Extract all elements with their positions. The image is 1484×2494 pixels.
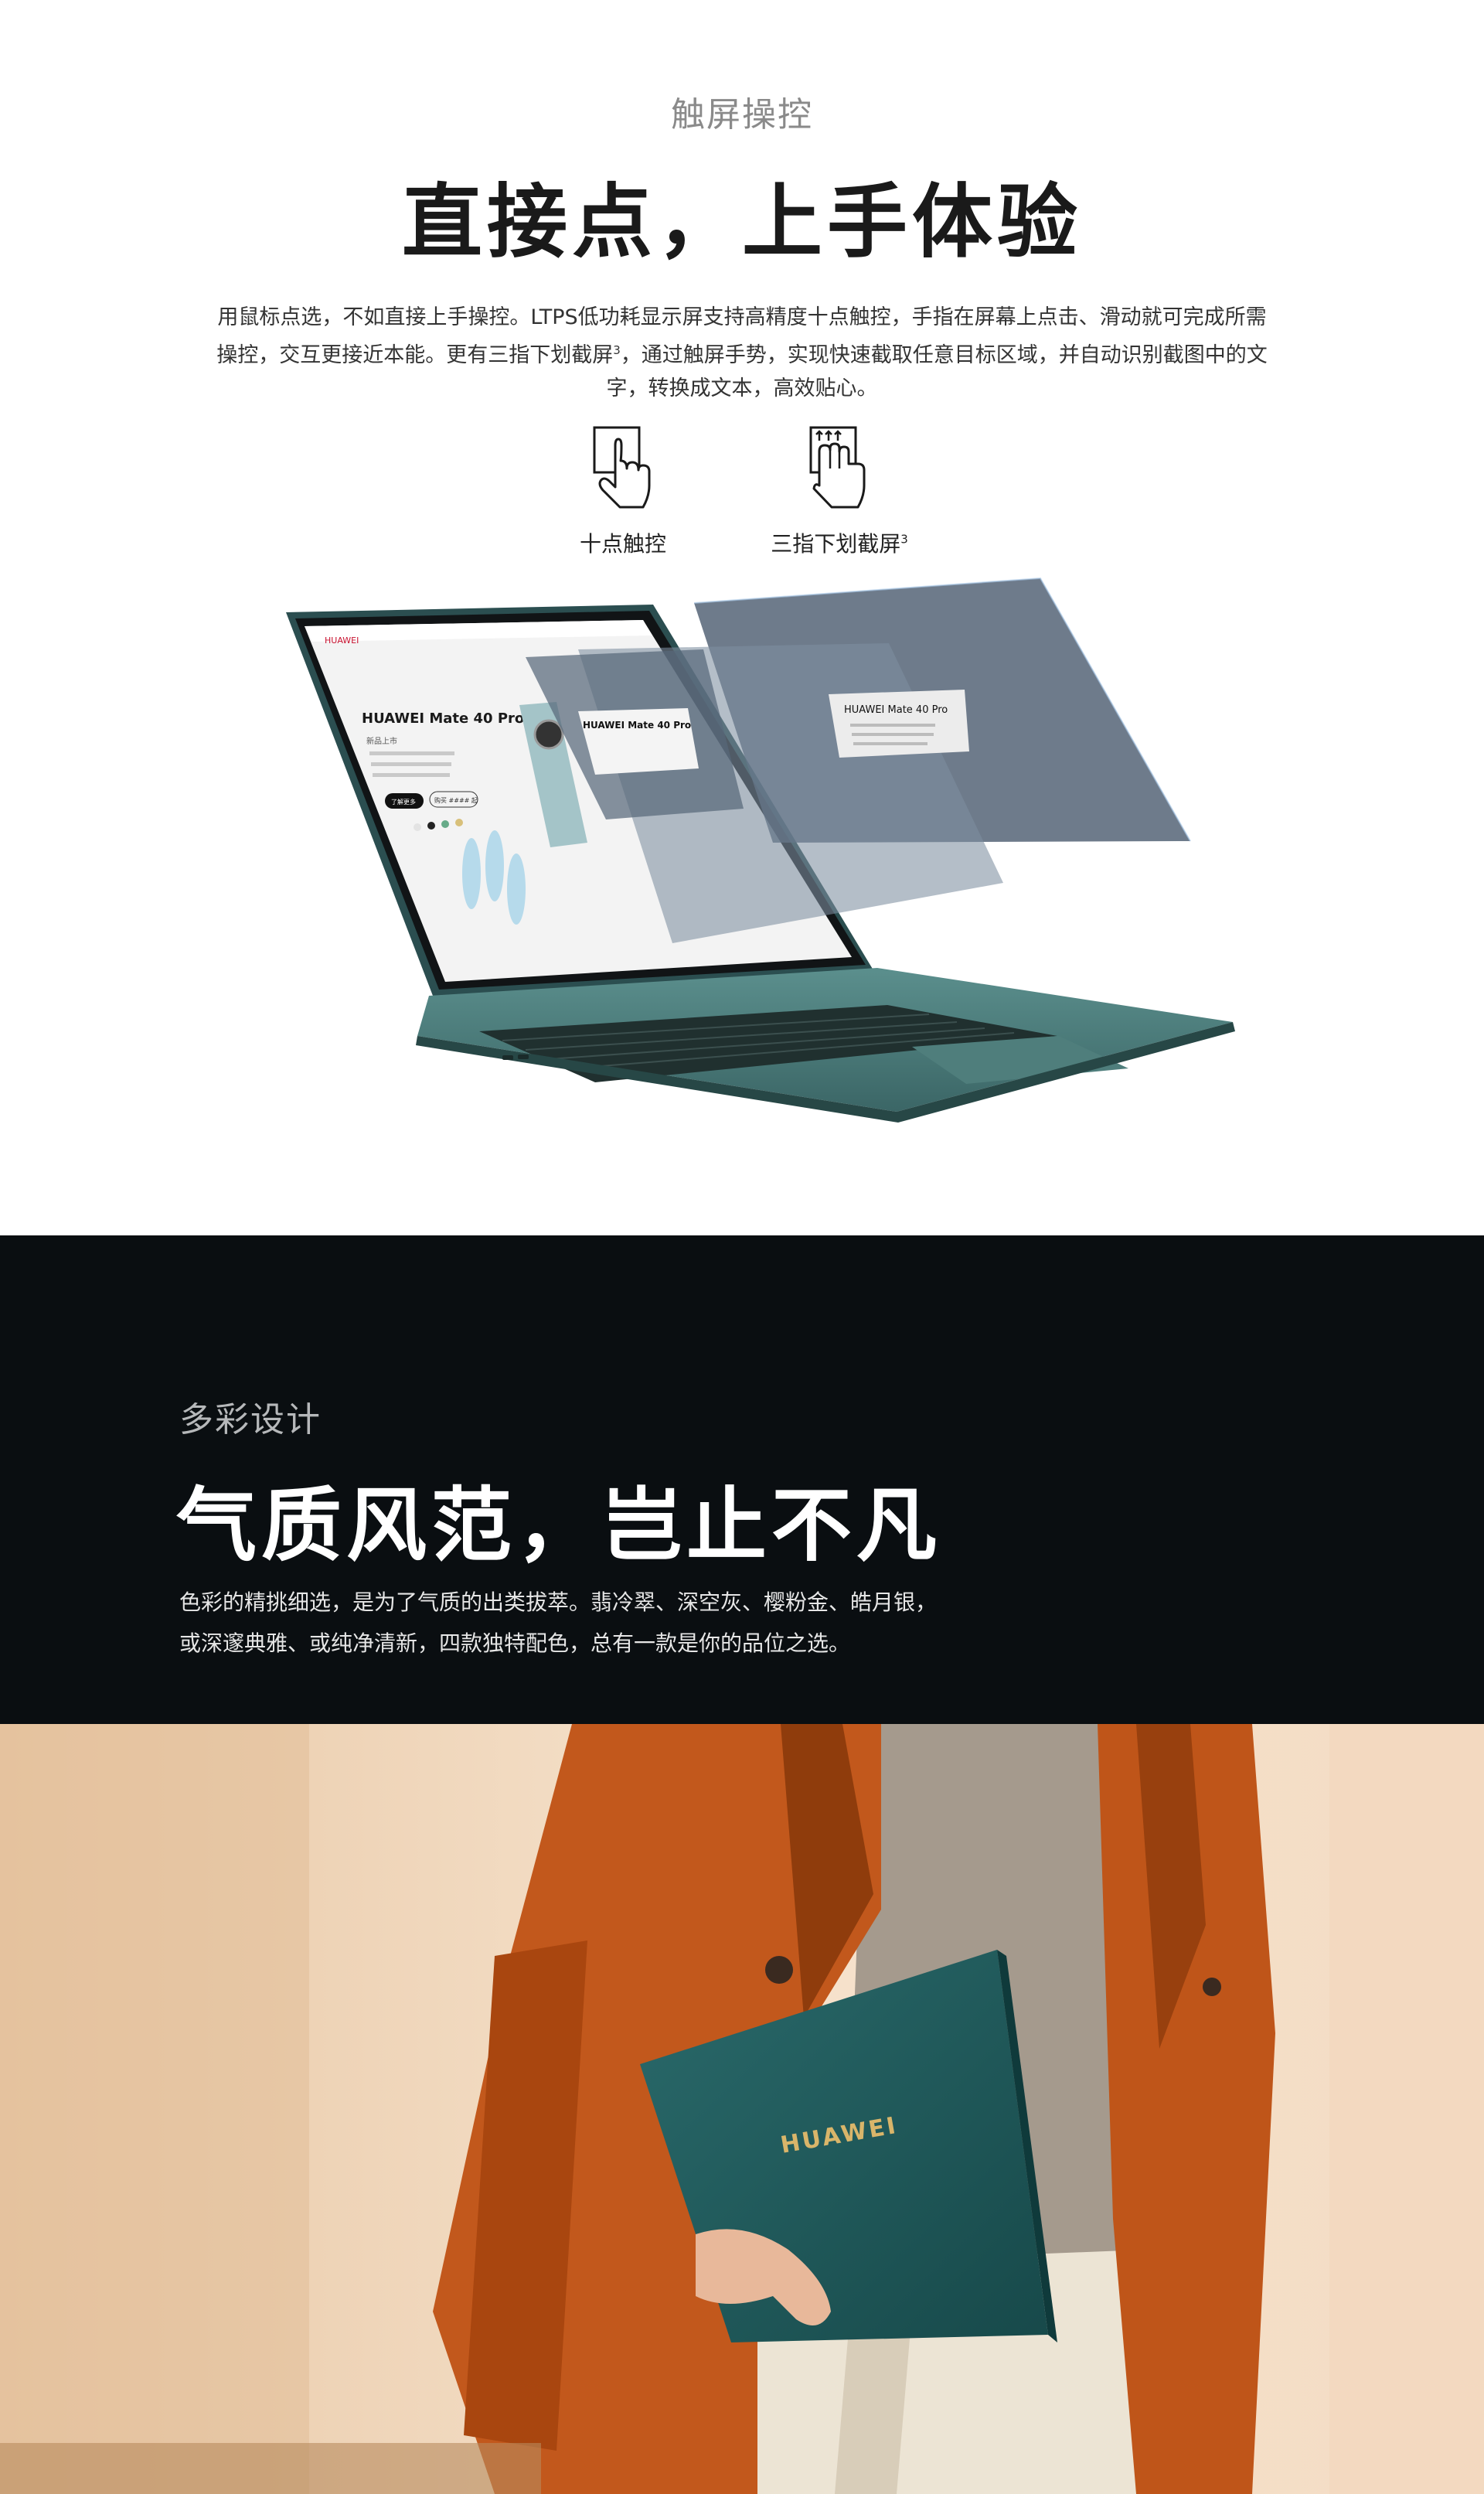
three-finger-swipe-icon — [809, 426, 866, 509]
screen-buy-button: 了解更多 — [391, 798, 416, 806]
overlay-title-2: HUAWEI Mate 40 Pro — [844, 704, 948, 716]
section-headline: 直接点，上手体验 — [401, 175, 1082, 269]
screen-subtitle: 新品上市 — [366, 736, 397, 746]
section-headline: 气质风范，岂止不凡 — [176, 1478, 942, 1572]
overlay-title-1: HUAWEI Mate 40 Pro — [583, 720, 691, 731]
feature-three-finger-screenshot: 三指下划截屏3 — [747, 425, 932, 558]
person-holding-laptop-image: HUAWEI — [0, 1724, 1484, 2494]
laptop-graphic: HUAWEI HUAWEI Mate 40 Pro 新品上市 了解更多 购买 #… — [286, 577, 1235, 1123]
section-eyebrow: 多彩设计 — [179, 1400, 322, 1440]
color-design-section: 多彩设计 气质风范，岂止不凡 色彩的精挑细选，是为了气质的出类拔萃。翡冷翠、深空… — [0, 1235, 1484, 1724]
feature-label: 十点触控 — [579, 531, 666, 557]
single-finger-tap-icon — [593, 426, 651, 509]
feature-label: 三指下划截屏3 — [771, 531, 908, 557]
section-description: 用鼠标点选，不如直接上手操控。LTPS低功耗显示屏支持高精度十点触控，手指在屏幕… — [216, 305, 1268, 400]
feature-ten-point-touch: 十点触控 — [530, 425, 716, 558]
screen-product-title: HUAWEI Mate 40 Pro — [362, 710, 524, 727]
screen-brand: HUAWEI — [325, 635, 359, 646]
touch-section: 触屏操控 直接点，上手体验 用鼠标点选，不如直接上手操控。LTPS低功耗显示屏支… — [0, 0, 1484, 1235]
laptop-illustration: HUAWEI HUAWEI Mate 40 Pro 新品上市 了解更多 购买 #… — [271, 572, 1244, 1129]
screen-secondary-button: 购买 #### 起 — [434, 796, 478, 804]
section-eyebrow: 触屏操控 — [671, 95, 813, 135]
section-description: 色彩的精挑细选，是为了气质的出类拔萃。翡冷翠、深空灰、樱粉金、皓月银， 或深邃典… — [179, 1589, 938, 1656]
lifestyle-photo: HUAWEI — [0, 1724, 1484, 2494]
